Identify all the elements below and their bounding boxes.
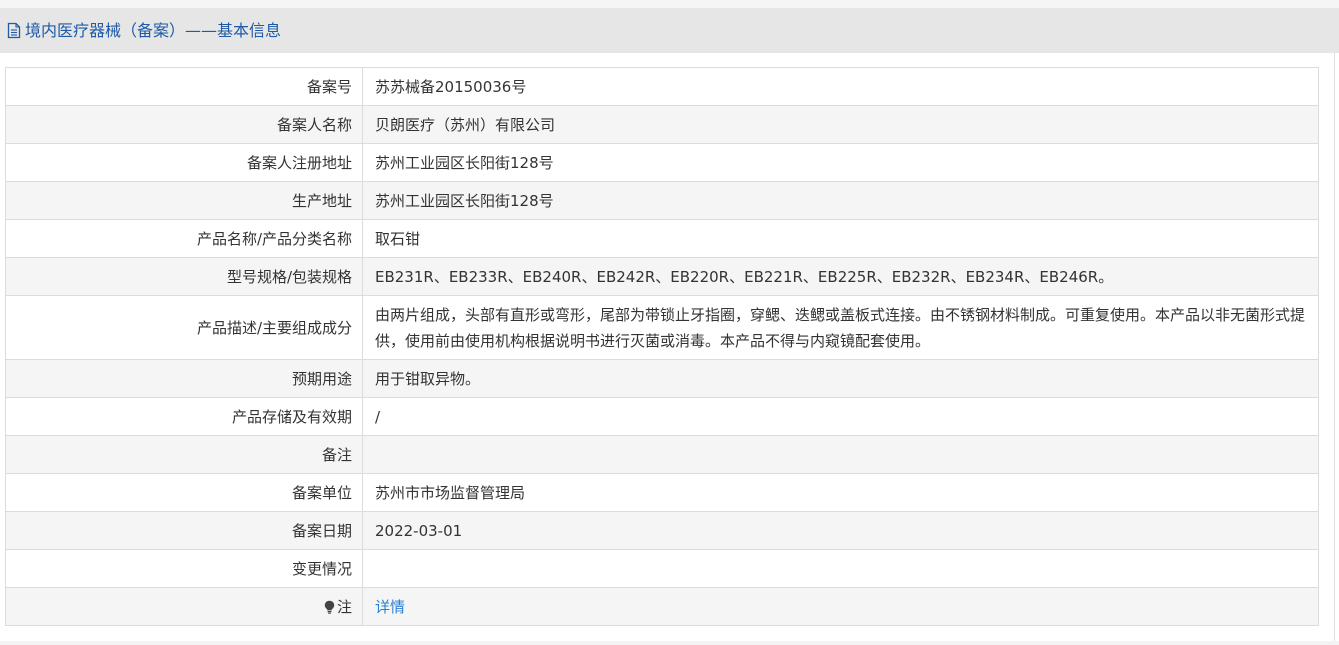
row-value: 取石钳: [362, 219, 1319, 258]
table-row: 型号规格/包装规格 EB231R、EB233R、EB240R、EB242R、EB…: [5, 257, 1319, 296]
row-label: 产品名称/产品分类名称: [5, 219, 363, 258]
row-label: 型号规格/包装规格: [5, 257, 363, 296]
row-value: 由两片组成，头部有直形或弯形，尾部为带锁止牙指圈，穿鳃、迭鳃或盖板式连接。由不锈…: [362, 295, 1319, 360]
row-value: /: [362, 397, 1319, 436]
row-value: [362, 549, 1319, 588]
row-value: 详情: [362, 587, 1319, 626]
row-label: 产品描述/主要组成成分: [5, 295, 363, 360]
row-value: 贝朗医疗（苏州）有限公司: [362, 105, 1319, 144]
row-label: 备案人名称: [5, 105, 363, 144]
row-value: [362, 435, 1319, 474]
info-table: 备案号 苏苏械备20150036号 备案人名称 贝朗医疗（苏州）有限公司 备案人…: [5, 67, 1319, 626]
table-row: 备案日期 2022-03-01: [5, 511, 1319, 550]
divider: [0, 641, 1339, 645]
row-label: 备案号: [5, 67, 363, 106]
row-label: 备注: [5, 435, 363, 474]
table-row: 产品名称/产品分类名称 取石钳: [5, 219, 1319, 258]
section-header: 境内医疗器械（备案）——基本信息: [0, 8, 1339, 53]
table-row: 备注: [5, 435, 1319, 474]
row-value: 苏州工业园区长阳街128号: [362, 143, 1319, 182]
page-title: 境内医疗器械（备案）——基本信息: [25, 20, 282, 40]
document-icon: [7, 22, 21, 39]
row-label: 备案人注册地址: [5, 143, 363, 182]
table-row: 备案单位 苏州市市场监督管理局: [5, 473, 1319, 512]
row-value: 苏州工业园区长阳街128号: [362, 181, 1319, 220]
divider: [1334, 53, 1335, 645]
note-label-cell: 注: [5, 587, 363, 626]
row-label: 备案日期: [5, 511, 363, 550]
row-value: 2022-03-01: [362, 511, 1319, 550]
row-label: 生产地址: [5, 181, 363, 220]
lightbulb-icon: [324, 600, 335, 614]
row-value: 苏苏械备20150036号: [362, 67, 1319, 106]
table-row: 预期用途 用于钳取异物。: [5, 359, 1319, 398]
table-row: 产品存储及有效期 /: [5, 397, 1319, 436]
row-label: 产品存储及有效期: [5, 397, 363, 436]
table-row: 生产地址 苏州工业园区长阳街128号: [5, 181, 1319, 220]
table-row: 变更情况: [5, 549, 1319, 588]
note-label: 注: [336, 598, 352, 616]
table-row: 注 详情: [5, 587, 1319, 626]
row-label: 备案单位: [5, 473, 363, 512]
table-row: 备案号 苏苏械备20150036号: [5, 67, 1319, 106]
row-value: EB231R、EB233R、EB240R、EB242R、EB220R、EB221…: [362, 257, 1319, 296]
row-value: 苏州市市场监督管理局: [362, 473, 1319, 512]
table-row: 备案人注册地址 苏州工业园区长阳街128号: [5, 143, 1319, 182]
table-row: 产品描述/主要组成成分 由两片组成，头部有直形或弯形，尾部为带锁止牙指圈，穿鳃、…: [5, 295, 1319, 360]
top-strip: [0, 0, 1339, 8]
row-label: 预期用途: [5, 359, 363, 398]
details-link[interactable]: 详情: [375, 598, 405, 616]
row-label: 变更情况: [5, 549, 363, 588]
page: 境内医疗器械（备案）——基本信息 备案号 苏苏械备20150036号 备案人名称…: [0, 0, 1339, 645]
row-value: 用于钳取异物。: [362, 359, 1319, 398]
table-row: 备案人名称 贝朗医疗（苏州）有限公司: [5, 105, 1319, 144]
